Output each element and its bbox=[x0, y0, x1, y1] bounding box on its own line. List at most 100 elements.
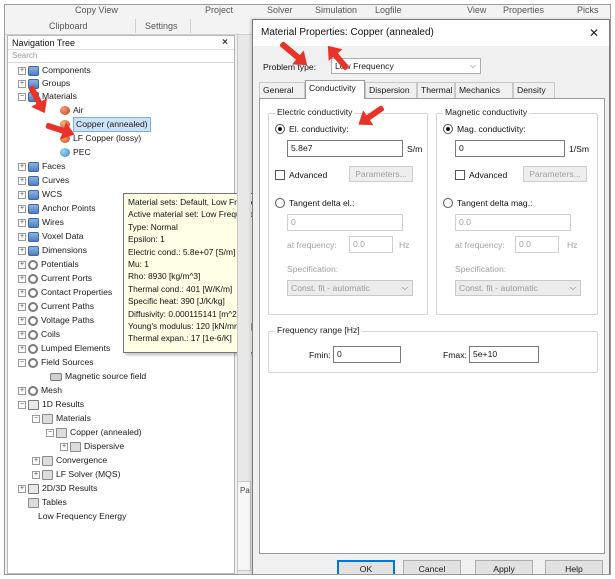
expand-icon[interactable]: + bbox=[18, 302, 26, 311]
expand-icon[interactable]: + bbox=[18, 204, 26, 213]
tree-item-2d3d-results[interactable]: +2D/3D Results bbox=[18, 482, 97, 495]
mag-parameters-button[interactable]: Parameters... bbox=[523, 166, 587, 182]
collapse-icon[interactable]: − bbox=[18, 400, 26, 409]
expand-icon[interactable]: + bbox=[60, 442, 68, 451]
tree-item-pec[interactable]: PEC bbox=[60, 146, 91, 159]
tree-item-1d-results[interactable]: −1D Results bbox=[18, 398, 84, 411]
tree-item-dispersive[interactable]: + Dispersive bbox=[60, 440, 124, 453]
expand-icon[interactable]: + bbox=[18, 330, 26, 339]
el-specification-select[interactable]: Const. fit - automatic ⌵ bbox=[287, 280, 413, 296]
mag-specification-select[interactable]: Const. fit - automatic ⌵ bbox=[455, 280, 581, 296]
mag-frequency-input[interactable]: 0.0 bbox=[515, 236, 559, 253]
ribbon-simulation[interactable]: Simulation bbox=[315, 5, 357, 15]
tree-item-current-paths[interactable]: + Current Paths bbox=[18, 300, 94, 313]
parameter-panel-tab[interactable]: Pa bbox=[237, 481, 251, 571]
copy-view-button[interactable]: Copy View bbox=[75, 5, 118, 15]
tangent-delta-mag-radio[interactable] bbox=[443, 198, 453, 208]
ribbon-project[interactable]: Project bbox=[205, 5, 233, 15]
ok-button[interactable]: OK bbox=[337, 560, 395, 574]
expand-icon[interactable]: + bbox=[18, 344, 26, 353]
expand-icon[interactable]: + bbox=[32, 456, 40, 465]
tree-item-coils[interactable]: + Coils bbox=[18, 328, 60, 341]
tree-item-1d-copper-annealed[interactable]: − Copper (annealed) bbox=[46, 426, 142, 439]
tree-item-convergence[interactable]: + Convergence bbox=[32, 454, 107, 467]
tree-item-1d-materials[interactable]: − Materials bbox=[32, 412, 91, 425]
expand-icon[interactable]: + bbox=[32, 470, 40, 479]
cancel-button[interactable]: Cancel bbox=[403, 560, 461, 574]
close-icon[interactable]: × bbox=[222, 36, 228, 50]
ribbon-picks[interactable]: Picks bbox=[577, 5, 599, 15]
expand-icon[interactable]: + bbox=[18, 274, 26, 283]
tree-item-components[interactable]: + Components bbox=[18, 64, 91, 77]
tree-item-curves[interactable]: + Curves bbox=[18, 174, 69, 187]
mag-advanced-checkbox[interactable] bbox=[455, 170, 465, 180]
tangent-delta-el-input[interactable]: 0 bbox=[287, 214, 403, 231]
tab-thermal[interactable]: Thermal bbox=[417, 82, 455, 98]
tab-density[interactable]: Density bbox=[513, 82, 555, 98]
tree-item-field-sources[interactable]: − Field Sources bbox=[18, 356, 94, 369]
tree-item-voxel-data[interactable]: + Voxel Data bbox=[18, 230, 84, 243]
collapse-icon[interactable]: − bbox=[18, 92, 26, 101]
el-advanced-checkbox[interactable] bbox=[275, 170, 285, 180]
ribbon-solver[interactable]: Solver bbox=[267, 5, 293, 15]
el-frequency-input[interactable]: 0.0 bbox=[349, 236, 393, 253]
tree-item-tables[interactable]: Tables bbox=[28, 496, 67, 509]
apply-button[interactable]: Apply bbox=[475, 560, 533, 574]
tab-dispersion[interactable]: Dispersion bbox=[365, 82, 417, 98]
tree-item-dimensions[interactable]: + Dimensions bbox=[18, 244, 87, 257]
tree-item-magnetic-source-field[interactable]: Magnetic source field bbox=[50, 370, 146, 383]
expand-icon[interactable]: + bbox=[18, 316, 26, 325]
tree-item-air[interactable]: Air bbox=[60, 104, 84, 117]
fmax-input[interactable]: 5e+10 bbox=[469, 346, 539, 363]
expand-icon[interactable]: + bbox=[18, 162, 26, 171]
expand-icon[interactable]: + bbox=[18, 190, 26, 199]
ribbon-properties[interactable]: Properties bbox=[503, 5, 544, 15]
tree-item-voltage-paths[interactable]: + Voltage Paths bbox=[18, 314, 94, 327]
ribbon-separator bbox=[190, 19, 191, 33]
collapse-icon[interactable]: − bbox=[32, 414, 40, 423]
tree-item-faces[interactable]: + Faces bbox=[18, 160, 65, 173]
expand-icon[interactable]: + bbox=[18, 176, 26, 185]
tangent-delta-el-radio[interactable] bbox=[275, 198, 285, 208]
tree-item-lumped-elements[interactable]: + Lumped Elements bbox=[18, 342, 110, 355]
expand-icon[interactable]: + bbox=[18, 288, 26, 297]
tree-item-contact-properties[interactable]: + Contact Properties bbox=[18, 286, 112, 299]
tree-item-anchor-points[interactable]: + Anchor Points bbox=[18, 202, 96, 215]
el-conductivity-radio[interactable] bbox=[275, 124, 285, 134]
close-icon[interactable]: ✕ bbox=[589, 20, 599, 46]
tangent-delta-mag-input[interactable]: 0.0 bbox=[455, 214, 571, 231]
mag-conductivity-radio[interactable] bbox=[443, 124, 453, 134]
ribbon-logfile[interactable]: Logfile bbox=[375, 5, 402, 15]
tree-item-current-ports[interactable]: + Current Ports bbox=[18, 272, 92, 285]
tab-conductivity[interactable]: Conductivity bbox=[305, 80, 365, 99]
expand-icon[interactable]: + bbox=[18, 79, 26, 88]
expand-icon[interactable]: + bbox=[18, 66, 26, 75]
expand-icon[interactable]: + bbox=[18, 386, 26, 395]
mag-conductivity-input[interactable]: 0 bbox=[455, 140, 565, 157]
help-button[interactable]: Help bbox=[545, 560, 603, 574]
expand-icon[interactable]: + bbox=[18, 246, 26, 255]
tangent-delta-el-label: Tangent delta el.: bbox=[289, 198, 355, 208]
tab-mechanics[interactable]: Mechanics bbox=[455, 82, 513, 98]
tree-item-wcs[interactable]: + WCS bbox=[18, 188, 62, 201]
expand-icon[interactable]: + bbox=[18, 260, 26, 269]
tree-item-wires[interactable]: + Wires bbox=[18, 216, 64, 229]
tree-item-potentials[interactable]: + Potentials bbox=[18, 258, 79, 271]
el-parameters-button[interactable]: Parameters... bbox=[349, 166, 413, 182]
tree-item-lf-solver[interactable]: + LF Solver (MQS) bbox=[32, 468, 120, 481]
collapse-icon[interactable]: − bbox=[18, 358, 26, 367]
expand-icon[interactable]: + bbox=[18, 232, 26, 241]
material-icon bbox=[60, 148, 70, 157]
tab-general[interactable]: General bbox=[259, 82, 305, 98]
ribbon-view[interactable]: View bbox=[467, 5, 486, 15]
tree-item-groups[interactable]: + Groups bbox=[18, 77, 70, 90]
expand-icon[interactable]: + bbox=[18, 484, 26, 493]
fmin-input[interactable]: 0 bbox=[333, 346, 401, 363]
nav-search-input[interactable]: Search bbox=[8, 50, 234, 63]
problem-type-select[interactable]: Low Frequency ⌵ bbox=[331, 58, 481, 74]
tree-item-low-frequency-energy[interactable]: Low Frequency Energy bbox=[38, 510, 126, 523]
expand-icon[interactable]: + bbox=[18, 218, 26, 227]
el-conductivity-input[interactable]: 5.8e7 bbox=[287, 140, 403, 157]
tree-item-mesh[interactable]: + Mesh bbox=[18, 384, 62, 397]
collapse-icon[interactable]: − bbox=[46, 428, 54, 437]
